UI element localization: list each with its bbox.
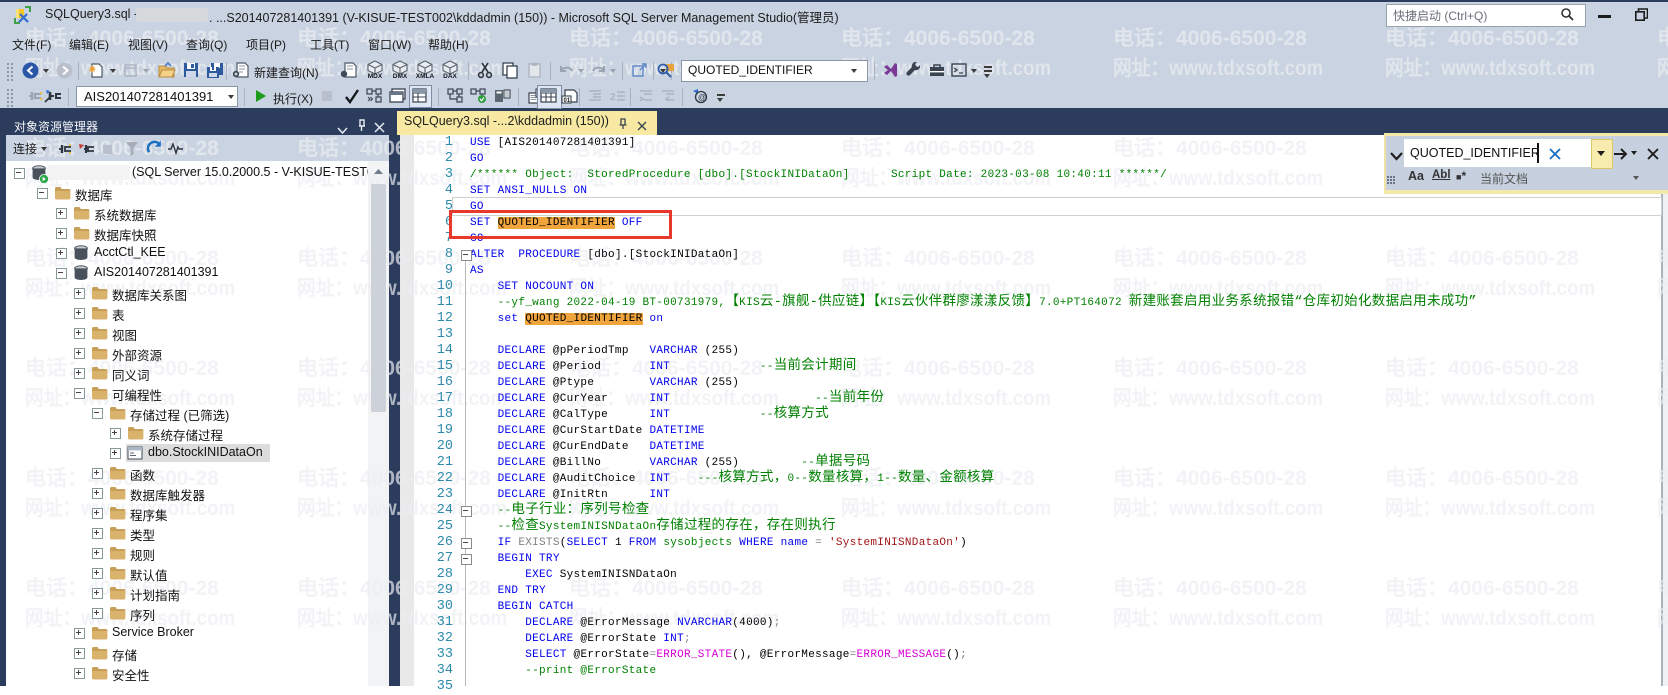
svg-text:@: @ xyxy=(698,93,706,102)
svg-text:2: 2 xyxy=(610,92,616,103)
svg-text:01: 01 xyxy=(564,98,571,104)
